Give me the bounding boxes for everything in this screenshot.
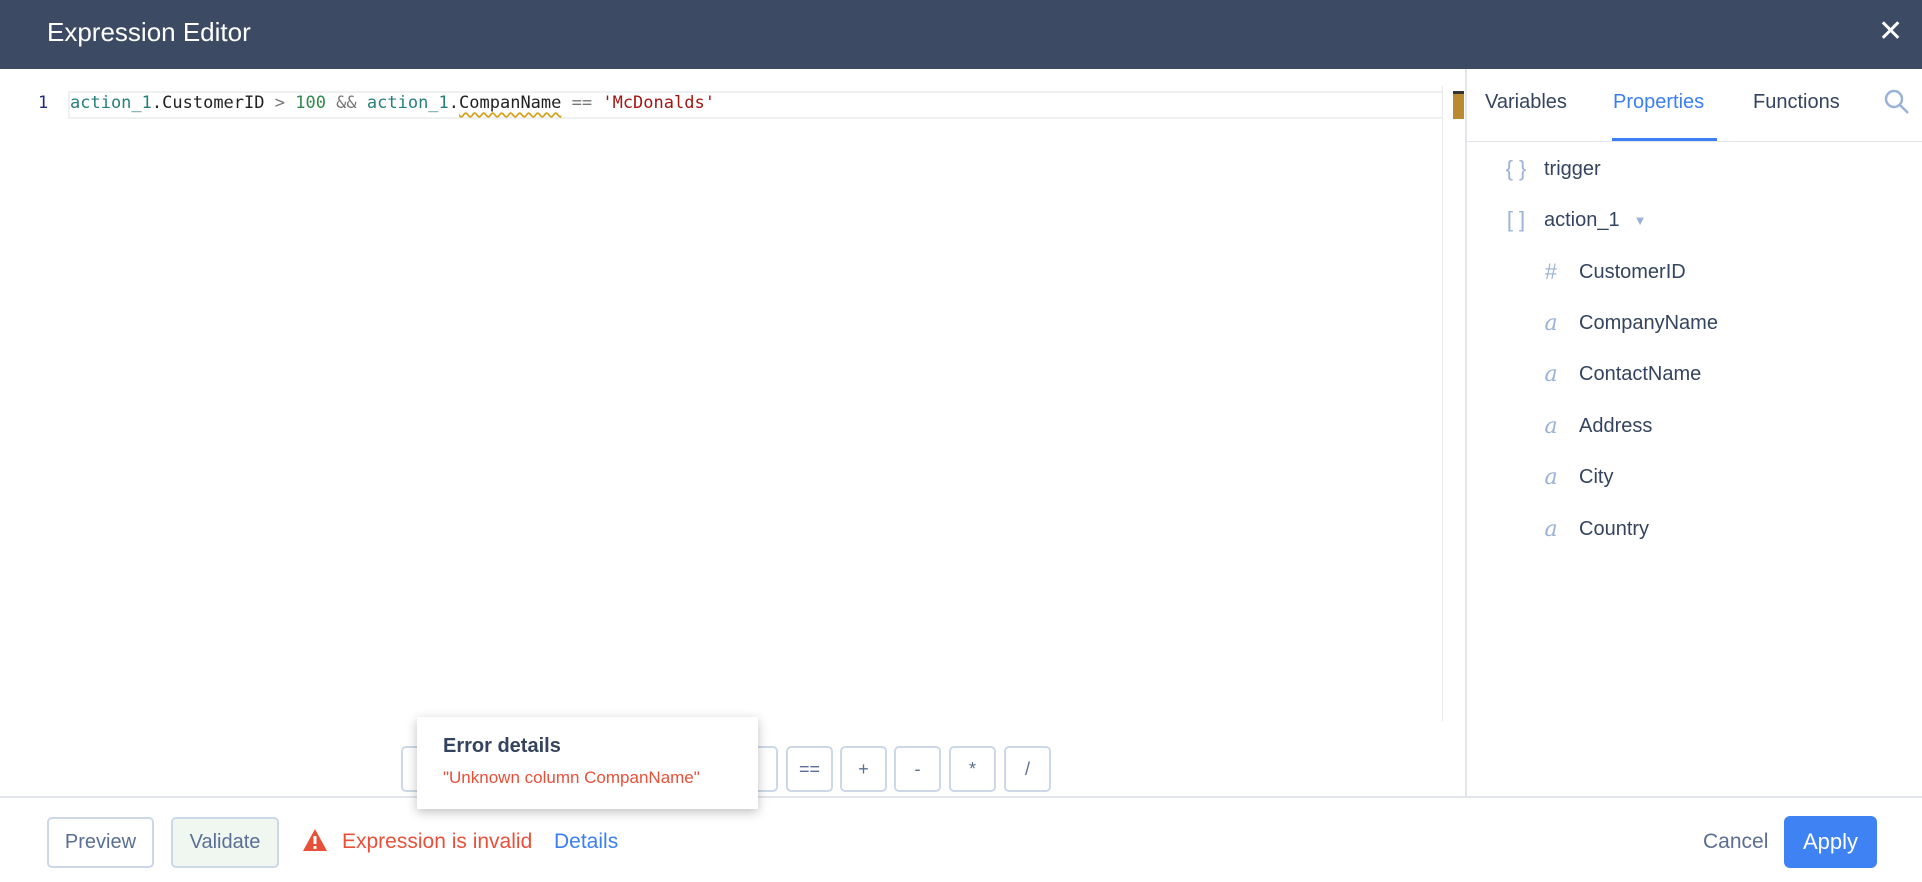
tree-item-action-1[interactable]: [ ] action_1 ▼ (1502, 207, 1647, 233)
string-icon: a (1544, 414, 1558, 439)
item-label: trigger (1544, 157, 1601, 180)
operator-button[interactable]: / (1004, 746, 1051, 792)
string-icon: a (1544, 517, 1558, 542)
tree-item-trigger[interactable]: { } trigger (1502, 156, 1601, 182)
field-label: Address (1579, 415, 1653, 437)
field-label: CompanyName (1579, 312, 1718, 334)
search-icon[interactable] (1883, 88, 1911, 121)
close-icon[interactable]: ✕ (1878, 14, 1903, 49)
field-label: ContactName (1579, 363, 1702, 385)
token: 100 (295, 93, 326, 113)
token: action_1 (366, 93, 449, 113)
token: && (325, 93, 367, 113)
token: . (151, 93, 163, 113)
field-item[interactable]: a Address (1537, 414, 1652, 439)
string-icon: a (1544, 362, 1558, 387)
title-bar: Expression Editor ✕ (0, 0, 1922, 69)
dialog-title: Expression Editor (47, 17, 251, 47)
item-label: action_1 (1544, 208, 1620, 231)
tab-variables[interactable]: Variables (1485, 91, 1567, 114)
field-label: CustomerID (1579, 260, 1686, 283)
tab-border (1467, 141, 1922, 142)
panel-divider (1465, 69, 1467, 796)
error-details-popup: Error details "Unknown column CompanName… (417, 717, 758, 809)
apply-button[interactable]: Apply (1784, 816, 1877, 868)
string-icon: a (1544, 311, 1558, 336)
field-item[interactable]: # CustomerID (1537, 259, 1686, 285)
field-item[interactable]: a Country (1537, 517, 1649, 542)
error-token: CompanName (459, 93, 562, 113)
caret-down-icon[interactable]: ▼ (1634, 213, 1647, 228)
footer-divider (0, 796, 1922, 798)
details-link[interactable]: Details (554, 830, 618, 854)
operator-button[interactable]: == (786, 746, 833, 792)
operator-button[interactable]: * (949, 746, 996, 792)
field-item[interactable]: a City (1537, 465, 1613, 490)
operator-button[interactable]: + (840, 746, 887, 792)
token: action_1 (70, 93, 152, 113)
popup-title: Error details (443, 735, 561, 757)
array-icon: [ ] (1506, 207, 1526, 232)
cancel-button[interactable]: Cancel (1703, 830, 1768, 854)
field-label: City (1579, 466, 1614, 488)
number-icon: # (1544, 259, 1558, 284)
token: . (448, 93, 460, 113)
token: > (264, 93, 296, 113)
preview-button[interactable]: Preview (47, 817, 154, 868)
field-item[interactable]: a CompanyName (1537, 311, 1718, 336)
tab-functions[interactable]: Functions (1753, 91, 1840, 114)
object-icon: { } (1505, 156, 1527, 181)
token: == (561, 93, 603, 113)
popup-message: "Unknown column CompanName" (443, 768, 700, 787)
error-marker (1453, 91, 1464, 119)
editor-scrollbar-track[interactable] (1442, 86, 1443, 721)
validation-error-text: Expression is invalid (342, 830, 533, 853)
field-label: Country (1579, 518, 1650, 540)
token: CustomerID (162, 93, 265, 113)
validate-button[interactable]: Validate (171, 817, 279, 868)
operator-button[interactable]: - (894, 746, 941, 792)
code-editor[interactable]: action_1.CustomerID > 100 && action_1.Co… (70, 93, 715, 113)
warning-icon (302, 828, 328, 857)
tab-properties[interactable]: Properties (1613, 91, 1704, 114)
field-item[interactable]: a ContactName (1537, 362, 1701, 387)
line-number: 1 (38, 93, 49, 113)
token: 'McDonalds' (602, 93, 715, 113)
string-icon: a (1544, 465, 1558, 490)
